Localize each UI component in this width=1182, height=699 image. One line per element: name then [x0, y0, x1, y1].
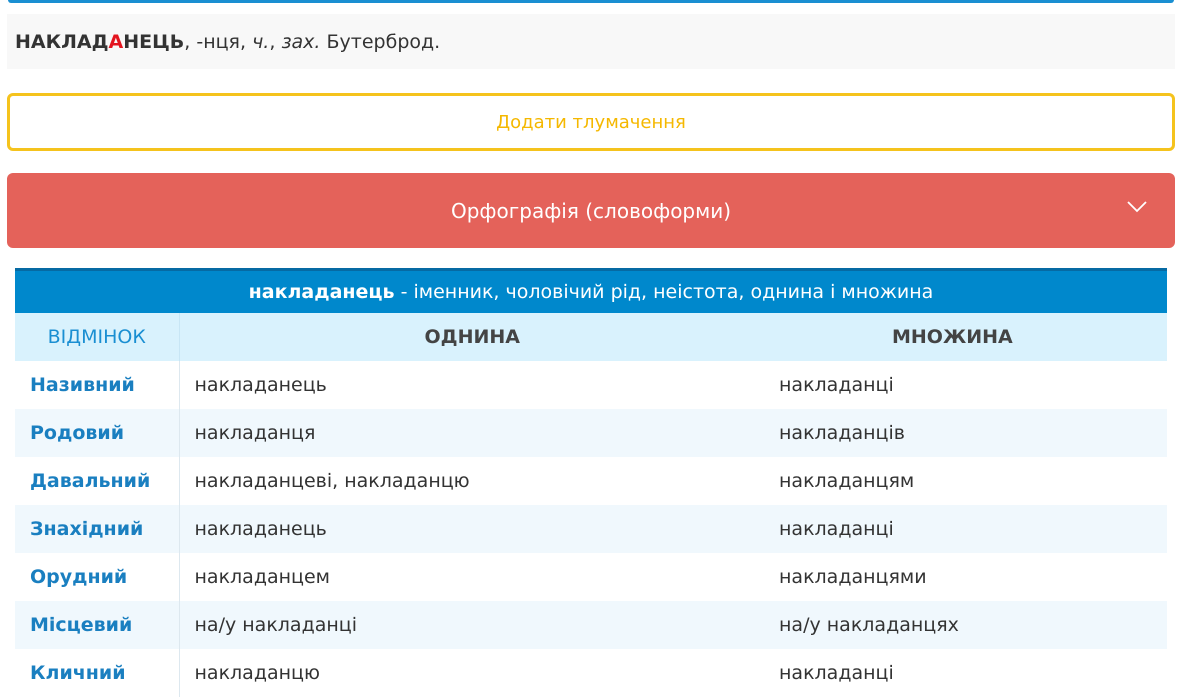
plural-form: накладанці: [765, 649, 1167, 697]
orthography-accordion[interactable]: Орфографія (словоформи): [7, 173, 1175, 248]
plural-form: накладанцями: [765, 553, 1167, 601]
case-name: Кличний: [15, 649, 180, 697]
table-row: Місцевий на/у накладанці на/у накладанця…: [15, 601, 1167, 649]
singular-form: накладанцеві, накладанцю: [179, 457, 765, 505]
case-name: Місцевий: [15, 601, 180, 649]
table-row: Орудний накладанцем накладанцями: [15, 553, 1167, 601]
stressed-letter: А: [108, 30, 124, 53]
plural-form: накладанці: [765, 361, 1167, 409]
table-row: Давальний накладанцеві, накладанцю накла…: [15, 457, 1167, 505]
case-name: Родовий: [15, 409, 180, 457]
case-name: Знахідний: [15, 505, 180, 553]
top-border: [8, 0, 1174, 3]
singular-form: накладанцю: [179, 649, 765, 697]
plural-form: накладанцям: [765, 457, 1167, 505]
header-case: ВІДМІНОК: [15, 313, 180, 361]
table-row: Називний накладанець накладанці: [15, 361, 1167, 409]
add-definition-button[interactable]: Додати тлумачення: [7, 93, 1175, 151]
case-name: Називний: [15, 361, 180, 409]
singular-form: накладанцем: [179, 553, 765, 601]
table-title-description: - іменник, чоловічий рід, неістота, одни…: [394, 281, 934, 303]
header-plural: МНОЖИНА: [765, 313, 1167, 361]
table-title: накладанець - іменник, чоловічий рід, не…: [15, 268, 1167, 313]
headword: НАКЛАДАНЕЦЬ: [15, 30, 185, 53]
chevron-down-icon: [1127, 201, 1147, 213]
case-name: Давальний: [15, 457, 180, 505]
plural-form: на/у накладанцях: [765, 601, 1167, 649]
region-label: зах.: [281, 30, 321, 53]
table-title-word: накладанець: [248, 281, 395, 303]
case-name: Орудний: [15, 553, 180, 601]
singular-form: накладанця: [179, 409, 765, 457]
singular-form: на/у накладанці: [179, 601, 765, 649]
singular-form: накладанець: [179, 361, 765, 409]
table-row: Кличний накладанцю накладанці: [15, 649, 1167, 697]
singular-form: накладанець: [179, 505, 765, 553]
genitive-form: , -нця,: [184, 30, 253, 53]
add-definition-label: Додати тлумачення: [496, 111, 686, 133]
definition-line: НАКЛАДАНЕЦЬ, -нця, ч., зах. Бутерброд.: [7, 14, 1175, 69]
plural-form: накладанці: [765, 505, 1167, 553]
table-header-row: ВІДМІНОК ОДНИНА МНОЖИНА: [15, 313, 1167, 361]
plural-form: накладанців: [765, 409, 1167, 457]
gender-label: ч.: [252, 30, 270, 53]
header-singular: ОДНИНА: [179, 313, 765, 361]
table-row: Знахідний накладанець накладанці: [15, 505, 1167, 553]
meaning: Бутерброд.: [320, 30, 441, 53]
table-row: Родовий накладанця накладанців: [15, 409, 1167, 457]
declension-table: накладанець - іменник, чоловічий рід, не…: [15, 268, 1167, 697]
accordion-label: Орфографія (словоформи): [450, 198, 732, 223]
